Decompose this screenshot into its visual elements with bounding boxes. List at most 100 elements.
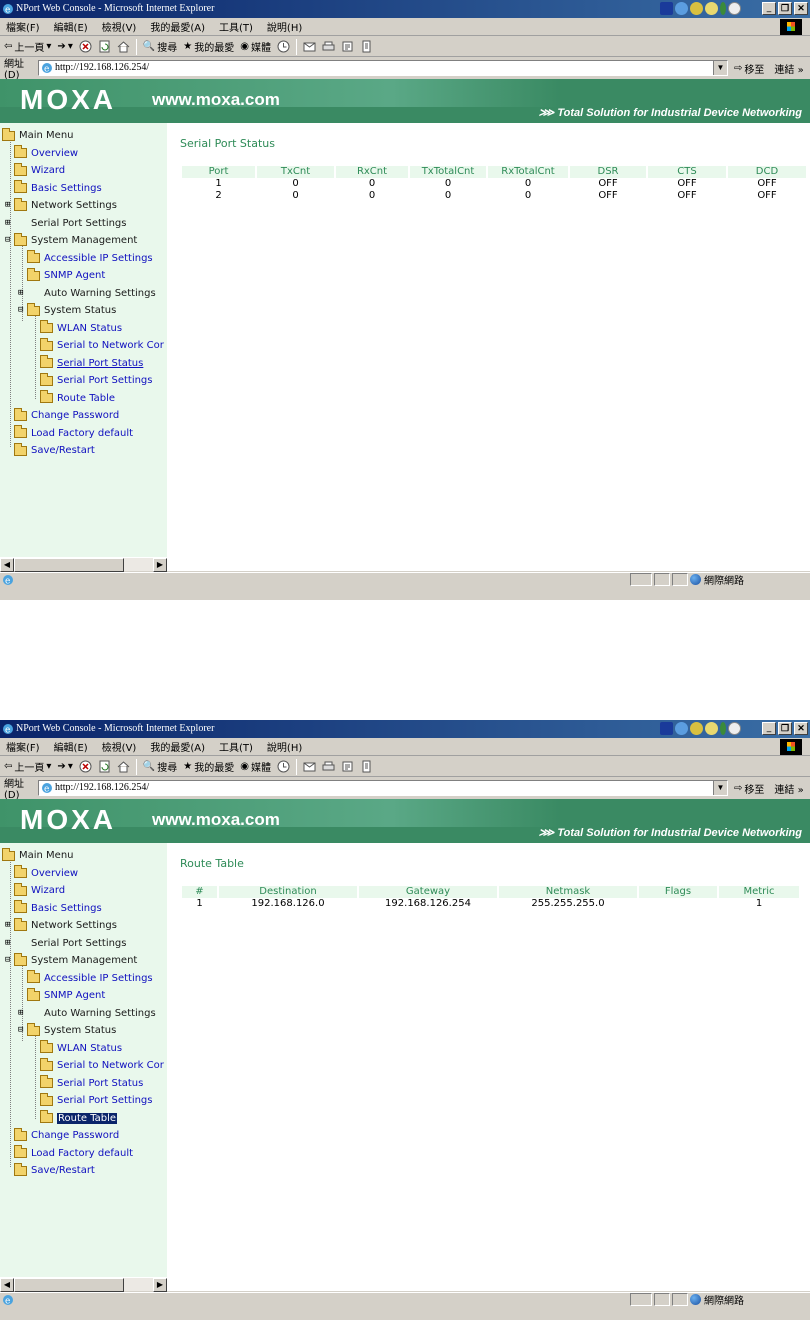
expand-plus-icon[interactable]: ⊞ — [5, 938, 14, 948]
menu-favorites[interactable]: 我的最愛(A) — [150, 739, 205, 754]
tree-node-main-menu[interactable]: Main Menu — [0, 127, 167, 145]
tray-gear-icon[interactable] — [690, 2, 703, 15]
sidebar-horizontal-scrollbar[interactable]: ◀ ▶ — [0, 1277, 167, 1292]
tree-node-change-password[interactable]: Change Password — [0, 407, 167, 425]
tree-node-sub-serial-port-settings[interactable]: Serial Port Settings — [0, 1092, 167, 1110]
go-button[interactable]: ⇨ 移至 — [734, 61, 764, 76]
tree-node-system-status[interactable]: ⊟ System Status — [0, 1022, 167, 1040]
tree-node-save-restart[interactable]: Save/Restart — [0, 442, 167, 460]
expand-plus-icon[interactable]: ⊞ — [5, 921, 14, 930]
tree-node-wizard[interactable]: Wizard — [0, 162, 167, 180]
scroll-right-icon[interactable]: ▶ — [153, 1278, 167, 1292]
tree-node-serial-to-network[interactable]: Serial to Network Cor — [0, 337, 167, 355]
scroll-left-icon[interactable]: ◀ — [0, 1278, 14, 1292]
edit-icon[interactable] — [341, 760, 354, 773]
tree-node-accessible-ip[interactable]: Accessible IP Settings — [0, 250, 167, 268]
tray-globe-icon[interactable] — [675, 722, 688, 735]
tree-node-sub-serial-port-settings[interactable]: Serial Port Settings — [0, 372, 167, 390]
menu-view[interactable]: 檢視(V) — [102, 19, 137, 34]
tray-pencil-icon[interactable] — [720, 722, 726, 735]
tree-node-change-password[interactable]: Change Password — [0, 1127, 167, 1145]
collapse-minus-icon[interactable]: ⊟ — [18, 306, 27, 315]
menu-favorites[interactable]: 我的最愛(A) — [150, 19, 205, 34]
history-icon[interactable] — [277, 760, 290, 773]
collapse-minus-icon[interactable]: ⊟ — [18, 1026, 27, 1035]
media-button[interactable]: ◉ 媒體 — [240, 39, 271, 54]
search-button[interactable]: 🔍 搜尋 — [143, 39, 177, 54]
tray-app-icon[interactable] — [660, 2, 673, 15]
expand-plus-icon[interactable]: ⊞ — [18, 1008, 27, 1018]
tree-node-snmp-agent[interactable]: SNMP Agent — [0, 267, 167, 285]
print-icon[interactable] — [322, 760, 335, 773]
tree-node-serial-port-status[interactable]: Serial Port Status — [0, 355, 167, 373]
edit-icon[interactable] — [341, 40, 354, 53]
back-button[interactable]: ⇦ 上一頁 ▾ — [4, 39, 51, 54]
tree-node-auto-warning[interactable]: ⊞ Auto Warning Settings — [0, 1005, 167, 1023]
tree-node-wizard[interactable]: Wizard — [0, 882, 167, 900]
menu-edit[interactable]: 編輯(E) — [54, 739, 88, 754]
tree-node-save-restart[interactable]: Save/Restart — [0, 1162, 167, 1180]
stop-icon[interactable] — [79, 760, 92, 773]
discuss-icon[interactable] — [360, 760, 373, 773]
tree-node-load-factory-default[interactable]: Load Factory default — [0, 425, 167, 443]
tray-pencil-icon[interactable] — [720, 2, 726, 15]
menu-file[interactable]: 檔案(F) — [6, 739, 40, 754]
tree-node-snmp-agent[interactable]: SNMP Agent — [0, 987, 167, 1005]
tray-app-icon[interactable] — [660, 722, 673, 735]
tree-node-auto-warning[interactable]: ⊞ Auto Warning Settings — [0, 285, 167, 303]
tree-node-network-settings[interactable]: ⊞ Network Settings — [0, 197, 167, 215]
home-icon[interactable] — [117, 760, 130, 773]
refresh-icon[interactable] — [98, 40, 111, 53]
mail-icon[interactable] — [303, 760, 316, 773]
minimize-button[interactable]: _ — [762, 722, 776, 735]
menu-help[interactable]: 說明(H) — [267, 19, 302, 34]
address-input[interactable]: e http://192.168.126.254/ ▼ — [38, 60, 728, 76]
close-button[interactable]: ✕ — [794, 2, 808, 15]
scroll-thumb[interactable] — [14, 558, 124, 572]
tree-node-wlan-status[interactable]: WLAN Status — [0, 320, 167, 338]
tree-node-serial-to-network[interactable]: Serial to Network Cor — [0, 1057, 167, 1075]
tray-shield-icon[interactable] — [705, 2, 718, 15]
tree-node-route-table[interactable]: Route Table — [0, 390, 167, 408]
tray-globe-icon[interactable] — [675, 2, 688, 15]
tray-clock-icon[interactable] — [728, 722, 741, 735]
menu-tools[interactable]: 工具(T) — [219, 19, 253, 34]
favorites-button[interactable]: ★ 我的最愛 — [183, 759, 234, 774]
discuss-icon[interactable] — [360, 40, 373, 53]
tree-node-system-management[interactable]: ⊟ System Management — [0, 952, 167, 970]
tree-node-network-settings[interactable]: ⊞ Network Settings — [0, 917, 167, 935]
tree-node-main-menu[interactable]: Main Menu — [0, 847, 167, 865]
tree-node-serial-port-status[interactable]: Serial Port Status — [0, 1075, 167, 1093]
search-button[interactable]: 🔍 搜尋 — [143, 759, 177, 774]
tree-node-system-management[interactable]: ⊟ System Management — [0, 232, 167, 250]
tree-node-overview[interactable]: Overview — [0, 865, 167, 883]
collapse-minus-icon[interactable]: ⊟ — [5, 236, 14, 245]
address-dropdown-icon[interactable]: ▼ — [713, 781, 727, 795]
tree-node-load-factory-default[interactable]: Load Factory default — [0, 1145, 167, 1163]
links-button[interactable]: 連結 » — [774, 61, 803, 76]
tray-clock-icon[interactable] — [728, 2, 741, 15]
restore-button[interactable]: ❐ — [778, 722, 792, 735]
expand-plus-icon[interactable]: ⊞ — [18, 288, 27, 298]
history-icon[interactable] — [277, 40, 290, 53]
tree-node-basic-settings[interactable]: Basic Settings — [0, 900, 167, 918]
expand-plus-icon[interactable]: ⊞ — [5, 201, 14, 210]
stop-icon[interactable] — [79, 40, 92, 53]
collapse-minus-icon[interactable]: ⊟ — [5, 956, 14, 965]
tree-node-basic-settings[interactable]: Basic Settings — [0, 180, 167, 198]
menu-tools[interactable]: 工具(T) — [219, 739, 253, 754]
tree-node-serial-port-settings[interactable]: ⊞ Serial Port Settings — [0, 215, 167, 233]
menu-help[interactable]: 說明(H) — [267, 739, 302, 754]
address-dropdown-icon[interactable]: ▼ — [713, 61, 727, 75]
tray-gear-icon[interactable] — [690, 722, 703, 735]
menu-file[interactable]: 檔案(F) — [6, 19, 40, 34]
tray-shield-icon[interactable] — [705, 722, 718, 735]
tree-node-accessible-ip[interactable]: Accessible IP Settings — [0, 970, 167, 988]
scroll-left-icon[interactable]: ◀ — [0, 558, 14, 572]
links-button[interactable]: 連結 » — [774, 781, 803, 796]
print-icon[interactable] — [322, 40, 335, 53]
home-icon[interactable] — [117, 40, 130, 53]
scroll-thumb[interactable] — [14, 1278, 124, 1292]
mail-icon[interactable] — [303, 40, 316, 53]
expand-plus-icon[interactable]: ⊞ — [5, 218, 14, 228]
